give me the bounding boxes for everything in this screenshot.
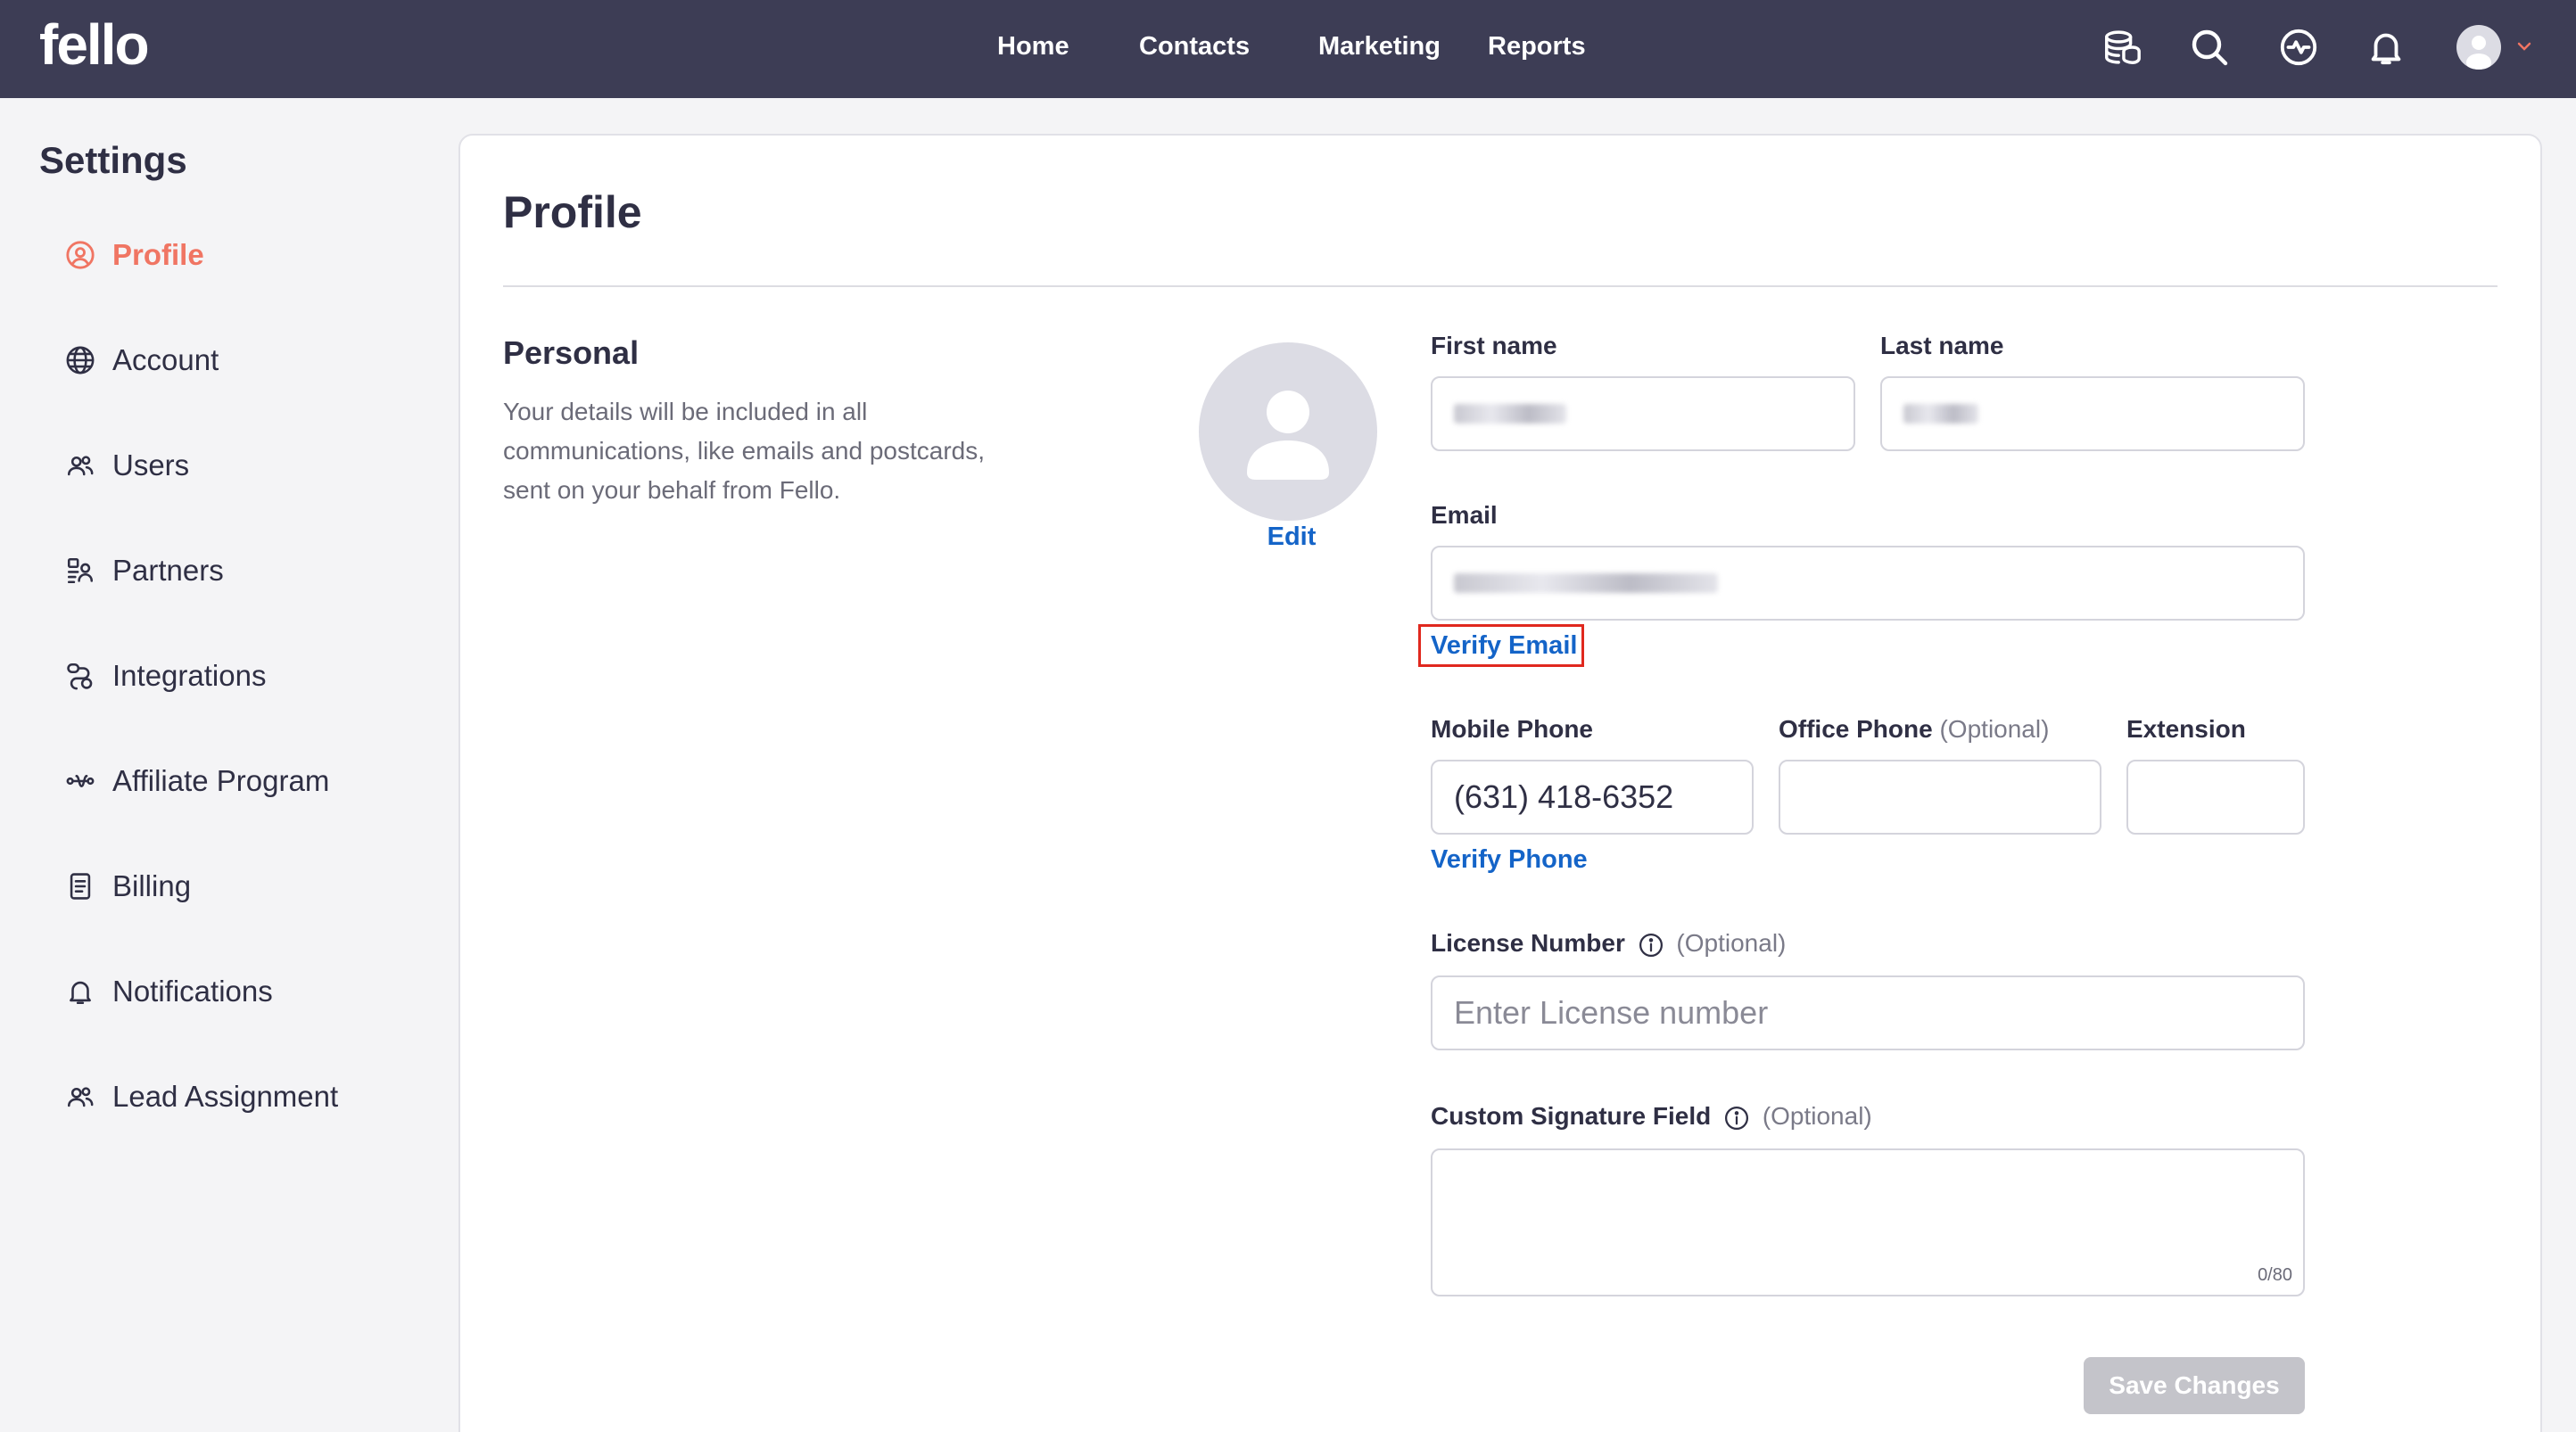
section-description: Your details will be included in all com… — [503, 398, 986, 504]
info-icon[interactable] — [1638, 932, 1664, 959]
activity-icon[interactable] — [2275, 23, 2323, 71]
extension-label: Extension — [2126, 715, 2246, 743]
first-name-field[interactable] — [1431, 376, 1855, 451]
sidebar-item-label: Partners — [112, 554, 224, 587]
last-name-label: Last name — [1880, 332, 2004, 359]
user-circle-icon — [64, 239, 96, 271]
optional-tag: (Optional) — [1939, 715, 2050, 743]
top-nav: fello Home Contacts Marketing Reports — [0, 0, 2576, 98]
sidebar-item-integrations[interactable]: Integrations — [64, 651, 266, 701]
sidebar-item-label: Profile — [112, 238, 204, 271]
email-label: Email — [1431, 501, 1498, 529]
sidebar-item-label: Affiliate Program — [112, 764, 330, 797]
user-silhouette-icon — [1247, 391, 1329, 480]
redacted-value — [1454, 573, 1718, 593]
optional-tag: (Optional) — [1676, 929, 1787, 957]
license-number-label: License Number (Optional) — [1431, 926, 1786, 961]
sidebar-item-lead-assignment[interactable]: Lead Assignment — [64, 1072, 338, 1122]
sidebar-item-label: Notifications — [112, 975, 273, 1008]
bell-icon — [64, 975, 96, 1008]
nav-contacts[interactable]: Contacts — [1139, 27, 1250, 66]
profile-avatar[interactable] — [1199, 342, 1377, 521]
document-icon — [64, 870, 96, 902]
globe-icon — [64, 344, 96, 376]
section-title: Personal — [503, 334, 640, 371]
nav-home[interactable]: Home — [997, 27, 1069, 66]
sidebar-title: Settings — [39, 139, 187, 181]
nav-marketing[interactable]: Marketing — [1318, 27, 1441, 66]
license-number-label-text: License Number — [1431, 929, 1625, 957]
chevron-down-icon[interactable] — [2514, 36, 2535, 57]
fello-logo[interactable]: fello — [39, 9, 150, 80]
search-icon[interactable] — [2185, 23, 2233, 71]
sidebar-item-partners[interactable]: Partners — [64, 546, 224, 596]
license-number-placeholder: Enter License number — [1454, 994, 1769, 1031]
sidebar-item-users[interactable]: Users — [64, 440, 189, 490]
integrations-icon — [64, 660, 96, 692]
character-counter: 0/80 — [2258, 1265, 2292, 1285]
sidebar-item-label: Integrations — [112, 659, 267, 692]
custom-signature-label: Custom Signature Field (Optional) — [1431, 1099, 1872, 1134]
redacted-value — [1903, 404, 1978, 424]
sidebar-item-label: Lead Assignment — [112, 1080, 339, 1113]
sidebar-item-account[interactable]: Account — [64, 335, 219, 385]
mobile-phone-value: (631) 418-6352 — [1454, 778, 1674, 815]
save-changes-button[interactable]: Save Changes — [2084, 1357, 2305, 1414]
first-name-label: First name — [1431, 332, 1557, 359]
nav-reports[interactable]: Reports — [1488, 27, 1586, 66]
mobile-phone-label: Mobile Phone — [1431, 715, 1593, 743]
verify-phone-link[interactable]: Verify Phone — [1431, 842, 1588, 877]
extension-field[interactable] — [2126, 760, 2305, 835]
users-icon — [64, 1081, 96, 1113]
info-icon[interactable] — [1723, 1105, 1750, 1132]
email-field[interactable] — [1431, 546, 2305, 621]
verify-email-link[interactable]: Verify Email — [1431, 628, 1577, 663]
office-phone-label-text: Office Phone — [1779, 715, 1933, 743]
edit-avatar-link[interactable]: Edit — [1199, 519, 1384, 555]
custom-signature-textarea[interactable]: 0/80 — [1431, 1148, 2305, 1296]
optional-tag: (Optional) — [1762, 1102, 1872, 1130]
sidebar-item-profile[interactable]: Profile — [64, 230, 204, 280]
users-icon — [64, 449, 96, 481]
user-avatar[interactable] — [2456, 25, 2501, 70]
custom-signature-label-text: Custom Signature Field — [1431, 1102, 1712, 1130]
office-phone-field[interactable] — [1779, 760, 2101, 835]
office-phone-label: Office Phone (Optional) — [1779, 712, 2049, 747]
page-title: Profile — [503, 187, 642, 237]
last-name-field[interactable] — [1880, 376, 2305, 451]
sidebar-item-label: Account — [112, 343, 219, 376]
affiliate-icon — [64, 765, 96, 797]
license-number-field[interactable]: Enter License number — [1431, 975, 2305, 1050]
sidebar-item-label: Users — [112, 449, 190, 481]
coins-icon[interactable] — [2098, 23, 2146, 71]
partners-icon — [64, 555, 96, 587]
bell-icon[interactable] — [2362, 23, 2410, 71]
sidebar-item-label: Billing — [112, 869, 192, 902]
divider — [503, 285, 2498, 287]
redacted-value — [1454, 404, 1566, 424]
mobile-phone-field[interactable]: (631) 418-6352 — [1431, 760, 1754, 835]
sidebar-item-billing[interactable]: Billing — [64, 861, 191, 911]
sidebar-item-affiliate-program[interactable]: Affiliate Program — [64, 756, 329, 806]
sidebar-item-notifications[interactable]: Notifications — [64, 967, 273, 1016]
